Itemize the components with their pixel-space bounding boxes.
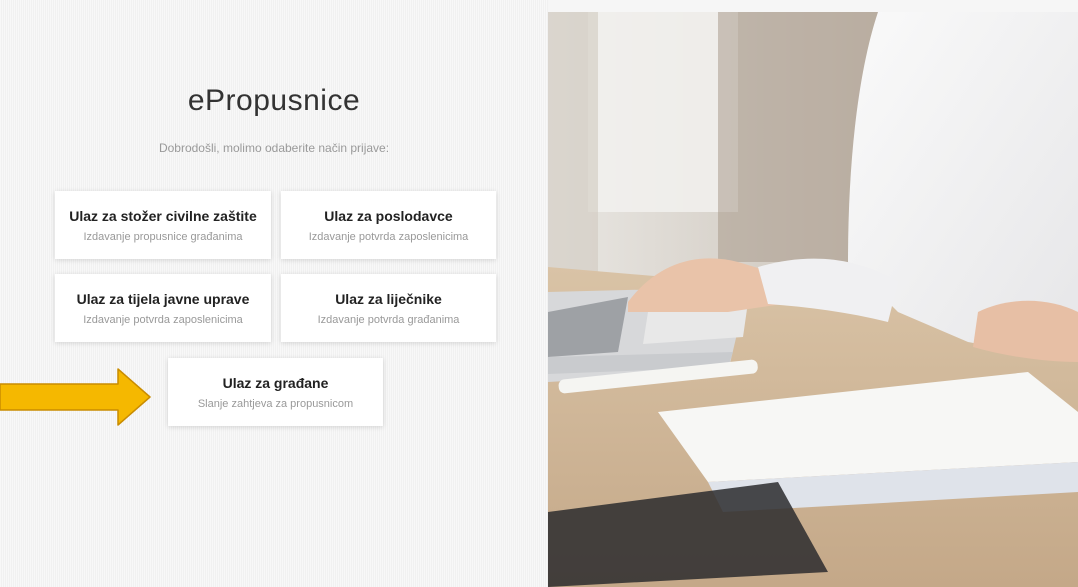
- civil-protection-login-button[interactable]: Ulaz za stožer civilne zaštite Izdavanje…: [55, 191, 271, 259]
- page-title: ePropusnice: [187, 84, 361, 117]
- workspace-photo: [548, 12, 1078, 587]
- card-title: Ulaz za liječnike: [335, 291, 442, 307]
- arrow-right-icon: [0, 368, 151, 426]
- card-title: Ulaz za građane: [222, 375, 329, 391]
- public-administration-login-button[interactable]: Ulaz za tijela javne uprave Izdavanje po…: [55, 274, 271, 342]
- login-panel: ePropusnice Dobrodošli, molimo odaberite…: [0, 0, 548, 587]
- card-subtitle: Izdavanje propusnice građanima: [83, 231, 243, 243]
- card-subtitle: Izdavanje potvrda zaposlenicima: [308, 231, 469, 243]
- card-title: Ulaz za stožer civilne zaštite: [69, 208, 257, 224]
- card-title: Ulaz za tijela javne uprave: [76, 291, 250, 307]
- card-subtitle: Slanje zahtjeva za propusnicom: [197, 398, 354, 410]
- card-subtitle: Izdavanje potvrda zaposlenicima: [83, 314, 243, 326]
- card-title: Ulaz za poslodavce: [324, 208, 453, 224]
- employer-login-button[interactable]: Ulaz za poslodavce Izdavanje potvrda zap…: [281, 191, 496, 259]
- doctor-login-button[interactable]: Ulaz za liječnike Izdavanje potvrda građ…: [281, 274, 496, 342]
- card-subtitle: Izdavanje potvrda građanima: [317, 314, 460, 326]
- citizen-login-button[interactable]: Ulaz za građane Slanje zahtjeva za propu…: [168, 358, 383, 426]
- page-subtitle: Dobrodošli, molimo odaberite način prija…: [158, 141, 390, 155]
